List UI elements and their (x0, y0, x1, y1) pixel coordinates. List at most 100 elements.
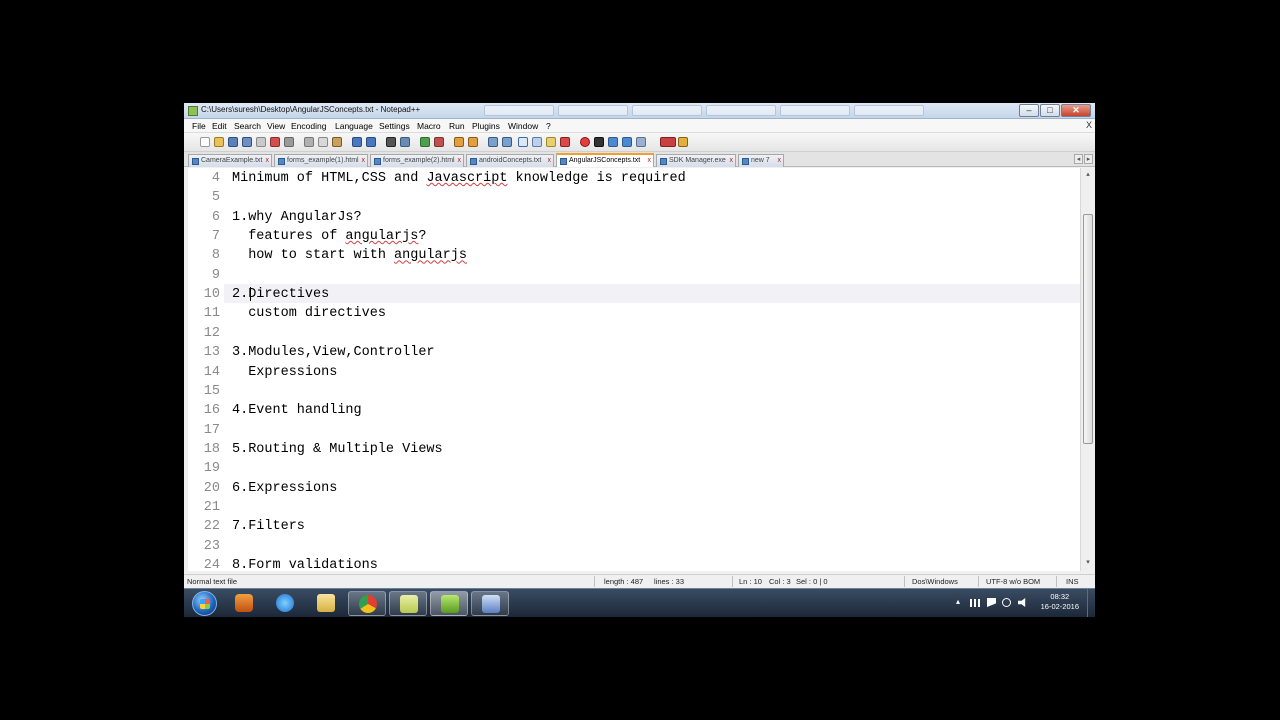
zoom-in-icon[interactable] (420, 137, 430, 147)
save-icon[interactable] (228, 137, 238, 147)
close-document-button[interactable]: X (1086, 120, 1092, 130)
spell-check-settings-icon[interactable] (678, 137, 688, 147)
tab-close-icon[interactable]: x (362, 155, 366, 167)
run-macro-multiple-icon[interactable] (622, 137, 632, 147)
start-button[interactable] (192, 591, 217, 616)
spelling-error-word[interactable]: angularjs (394, 248, 467, 263)
menu-help[interactable]: ? (546, 121, 551, 131)
minimize-button[interactable]: – (1019, 104, 1039, 117)
document-icon (374, 158, 381, 165)
word-wrap-icon[interactable] (488, 137, 498, 147)
taskbar-remote-desktop[interactable] (471, 591, 509, 616)
show-desktop-button[interactable] (1087, 589, 1095, 617)
menu-run[interactable]: Run (449, 121, 465, 131)
windows-logo-icon (200, 599, 210, 609)
scroll-up-icon[interactable]: ▴ (1083, 170, 1093, 180)
document-icon (192, 158, 199, 165)
close-button[interactable]: ✕ (1061, 104, 1091, 117)
paste-icon[interactable] (332, 137, 342, 147)
stop-macro-icon[interactable] (594, 137, 604, 147)
open-file-icon[interactable] (214, 137, 224, 147)
tab-scroll-left-button[interactable]: ◂ (1074, 154, 1083, 164)
replace-icon[interactable] (400, 137, 410, 147)
user-language-icon[interactable] (532, 137, 542, 147)
show-hidden-icons[interactable]: ▴ (956, 597, 960, 606)
undo-icon[interactable] (352, 137, 362, 147)
document-icon (660, 158, 667, 165)
scrollbar-thumb[interactable] (1083, 214, 1093, 444)
save-macro-icon[interactable] (636, 137, 646, 147)
tab-sdk-manager[interactable]: SDK Manager.exe x (656, 154, 736, 167)
taskbar-notepad-plus-plus[interactable] (430, 591, 468, 616)
taskbar-chrome[interactable] (348, 591, 386, 616)
menu-plugins[interactable]: Plugins (472, 121, 500, 131)
editor-line: features of angularjs? (232, 229, 427, 245)
sync-horizontal-icon[interactable] (468, 137, 478, 147)
tab-label: CameraExample.txt (201, 157, 263, 164)
menu-language[interactable]: Language (335, 121, 373, 131)
power-icon[interactable] (1002, 598, 1011, 607)
record-macro-icon[interactable] (580, 137, 590, 147)
close-file-icon[interactable] (256, 137, 266, 147)
taskbar-internet-explorer[interactable] (266, 591, 304, 616)
vertical-scrollbar[interactable]: ▴ ▾ (1080, 168, 1095, 571)
tab-androidconcepts[interactable]: androidConcepts.txt x (466, 154, 554, 167)
menu-edit[interactable]: Edit (212, 121, 227, 131)
menu-search[interactable]: Search (234, 121, 261, 131)
tab-cameraexample[interactable]: CameraExample.txt x (188, 154, 272, 167)
network-signal-icon[interactable] (970, 599, 980, 607)
text-caret (250, 287, 251, 301)
taskbar-folder[interactable] (389, 591, 427, 616)
tab-close-icon[interactable]: x (778, 155, 782, 167)
tab-close-icon[interactable]: x (730, 155, 734, 167)
tab-close-icon[interactable]: x (266, 155, 270, 167)
save-all-icon[interactable] (242, 137, 252, 147)
menu-window[interactable]: Window (508, 121, 538, 131)
cut-icon[interactable] (304, 137, 314, 147)
redo-icon[interactable] (366, 137, 376, 147)
indent-guide-icon[interactable] (518, 137, 528, 147)
zoom-out-icon[interactable] (434, 137, 444, 147)
maximize-button[interactable]: □ (1040, 104, 1060, 117)
print-icon[interactable] (284, 137, 294, 147)
line-number: 22 (203, 519, 220, 535)
editor-line: how to start with angularjs (232, 248, 467, 264)
copy-icon[interactable] (318, 137, 328, 147)
tab-angularjsconcepts[interactable]: AngularJSConcepts.txt x (556, 153, 654, 167)
scroll-down-icon[interactable]: ▾ (1083, 558, 1093, 568)
taskbar-media-player[interactable] (225, 591, 263, 616)
system-clock[interactable]: 08:32 16-02-2016 (1041, 592, 1079, 612)
new-file-icon[interactable] (200, 137, 210, 147)
show-all-chars-icon[interactable] (502, 137, 512, 147)
spelling-error-word[interactable]: Javascript (426, 171, 507, 186)
text-editor[interactable]: 4 5 6 7 8 9 10 11 12 13 14 15 16 17 18 19 20 21 22 23 24 Min… (188, 168, 1080, 571)
action-center-flag-icon[interactable] (987, 598, 996, 607)
taskbar-file-explorer[interactable] (307, 591, 345, 616)
tab-close-icon[interactable]: x (648, 155, 652, 167)
title-bar[interactable]: C:\Users\suresh\Desktop\AngularJSConcept… (184, 103, 1095, 119)
status-column: Col : 3 (769, 577, 791, 586)
menu-settings[interactable]: Settings (379, 121, 410, 131)
clock-time: 08:32 (1050, 592, 1070, 601)
tab-close-icon[interactable]: x (548, 155, 552, 167)
play-macro-icon[interactable] (608, 137, 618, 147)
menu-encoding[interactable]: Encoding (291, 121, 326, 131)
tab-scroll-right-button[interactable]: ▸ (1084, 154, 1093, 164)
doc-map-icon[interactable] (546, 137, 556, 147)
spell-check-icon[interactable] (660, 137, 676, 147)
menu-view[interactable]: View (267, 121, 285, 131)
volume-icon[interactable] (1018, 598, 1026, 607)
close-all-icon[interactable] (270, 137, 280, 147)
document-icon (742, 158, 749, 165)
tab-forms-example-1[interactable]: forms_example(1).html x (274, 154, 368, 167)
tab-forms-example-2[interactable]: forms_example(2).html x (370, 154, 464, 167)
function-list-icon[interactable] (560, 137, 570, 147)
tab-close-icon[interactable]: x (458, 155, 462, 167)
menu-macro[interactable]: Macro (417, 121, 441, 131)
menu-file[interactable]: File (192, 121, 206, 131)
find-icon[interactable] (386, 137, 396, 147)
clock-date: 16-02-2016 (1040, 602, 1079, 611)
sync-vertical-icon[interactable] (454, 137, 464, 147)
tab-new-7[interactable]: new 7 x (738, 154, 784, 167)
spelling-error-word[interactable]: angularjs (345, 229, 418, 244)
